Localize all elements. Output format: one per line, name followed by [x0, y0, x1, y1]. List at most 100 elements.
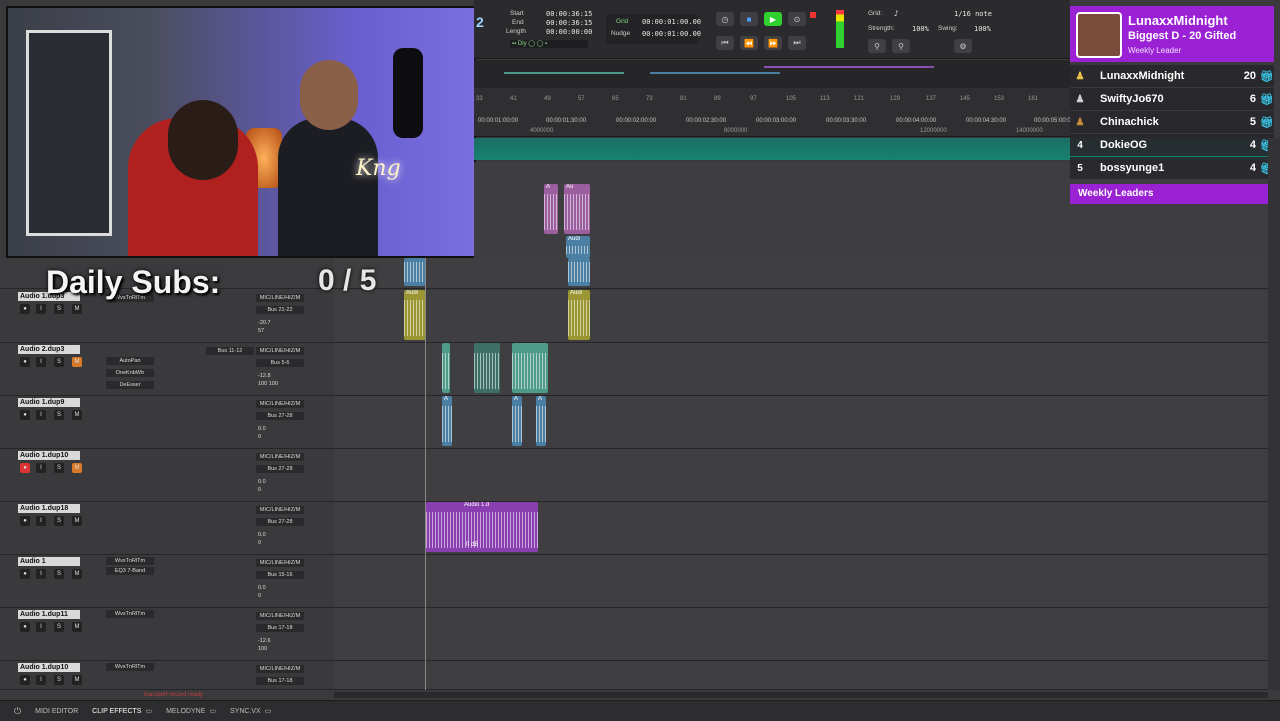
tab-melodyne[interactable]: MELODYNE	[166, 708, 205, 715]
track-input[interactable]: MIC/LINE/HIZ/M	[256, 294, 304, 302]
session-overview[interactable]	[474, 60, 1070, 88]
track-name[interactable]: Audio 2.dup3	[18, 345, 80, 354]
zoom-in-icon[interactable]: ⚲	[868, 39, 886, 53]
solo-button[interactable]: S	[54, 410, 64, 420]
track-lane[interactable]	[334, 661, 1268, 689]
track-input[interactable]: MIC/LINE/HIZ/M	[256, 665, 304, 673]
record-arm-button[interactable]: ●	[20, 569, 30, 579]
audio-clip[interactable]: A	[442, 396, 452, 446]
track-input[interactable]: MIC/LINE/HIZ/M	[256, 506, 304, 514]
nudge-value[interactable]: 00:00:01:00.00	[642, 30, 701, 38]
start-value[interactable]: 00:00:36:15	[546, 10, 592, 18]
power-icon[interactable]: ⏻	[14, 706, 21, 717]
record-arm-button[interactable]: ●	[20, 675, 30, 685]
settings-icon[interactable]: ⚙	[954, 39, 972, 53]
input-monitor-button[interactable]: I	[36, 622, 46, 632]
audio-clip[interactable]: Audi	[568, 290, 590, 340]
pan-value[interactable]: 57	[258, 328, 264, 335]
pan-value[interactable]: 0	[258, 540, 261, 547]
quant-grid-value[interactable]: 1/16 note	[954, 10, 992, 18]
record-arm-button[interactable]: ●	[20, 410, 30, 420]
pan-value[interactable]: 0	[258, 487, 261, 494]
track-lane[interactable]: A A A	[334, 396, 1268, 448]
track-input[interactable]: MIC/LINE/HIZ/M	[256, 612, 304, 620]
track-input[interactable]: MIC/LINE/HIZ/M	[256, 400, 304, 408]
input-monitor-button[interactable]: I	[36, 569, 46, 579]
audio-clip[interactable]	[568, 258, 590, 286]
mute-button[interactable]: M	[72, 622, 82, 632]
insert-slot[interactable]: WvsTnRlTm	[106, 610, 154, 618]
mute-button[interactable]: M	[72, 569, 82, 579]
audio-clip[interactable]	[512, 343, 548, 393]
audio-clip[interactable]: Audi	[566, 236, 590, 258]
audio-clip[interactable]	[404, 258, 426, 286]
mute-button[interactable]: M	[72, 675, 82, 685]
track-output[interactable]: Bus 27-28	[256, 518, 304, 526]
input-monitor-button[interactable]: I	[36, 357, 46, 367]
tab-sync-vx[interactable]: SYNC.VX	[230, 708, 261, 715]
track-input[interactable]: MIC/LINE/HIZ/M	[256, 559, 304, 567]
stop-icon[interactable]: ■	[740, 12, 758, 26]
input-monitor-button[interactable]: I	[36, 463, 46, 473]
mute-button[interactable]: M	[72, 357, 82, 367]
solo-button[interactable]: S	[54, 516, 64, 526]
vertical-scrollbar[interactable]	[1268, 138, 1280, 690]
insert-slot[interactable]: WvsTnRlTm	[106, 663, 154, 671]
track-name[interactable]: Audio 1.dup9	[18, 398, 80, 407]
volume-value[interactable]: 0.0	[258, 585, 266, 592]
grid-value[interactable]: 00:00:01:00.00	[642, 18, 701, 26]
record-icon[interactable]: ⊙	[788, 12, 806, 26]
timeline-ruler[interactable]: 33 41 49 57 65 73 81 89 97 105 113 121 1…	[474, 88, 1074, 137]
horizontal-scrollbar[interactable]	[334, 692, 1268, 698]
track-lane[interactable]: Audi Audi	[334, 290, 1268, 342]
solo-button[interactable]: S	[54, 675, 64, 685]
track-output[interactable]: Bus 21-22	[256, 306, 304, 314]
track-name[interactable]: Audio 1.dup18	[18, 504, 80, 513]
window-icon[interactable]: ▭	[209, 707, 216, 715]
volume-value[interactable]: -12.8	[258, 373, 271, 380]
insert-slot[interactable]: OneKnbWtr	[106, 369, 154, 377]
pan-value[interactable]: 100 100	[258, 381, 278, 388]
mute-button[interactable]: M	[72, 516, 82, 526]
mute-button[interactable]: M	[72, 410, 82, 420]
track-lane[interactable]	[334, 258, 1268, 288]
record-arm-icon[interactable]	[810, 12, 816, 18]
insert-slot[interactable]: EQ3 7-Band	[106, 567, 154, 575]
volume-value[interactable]: 0.0	[258, 532, 266, 539]
volume-value[interactable]: 0.0	[258, 426, 266, 433]
tab-clip-effects[interactable]: CLIP EFFECTS	[92, 708, 141, 715]
swing-value[interactable]: 100%	[974, 25, 991, 33]
send-slot[interactable]: Bus 11-12	[206, 347, 254, 355]
audio-clip-group[interactable]: Audio 1.d 0 dB	[426, 502, 538, 552]
input-monitor-button[interactable]: I	[36, 675, 46, 685]
input-monitor-button[interactable]: I	[36, 410, 46, 420]
volume-value[interactable]: -12.6	[258, 638, 271, 645]
track-lane[interactable]	[334, 343, 1268, 395]
record-arm-button[interactable]: ●	[20, 304, 30, 314]
track-lane[interactable]	[334, 608, 1268, 660]
track-input[interactable]: MIC/LINE/HIZ/M	[256, 453, 304, 461]
track-name[interactable]: Audio 1.dup11	[18, 610, 80, 619]
tab-midi-editor[interactable]: MIDI EDITOR	[35, 708, 78, 715]
track-input[interactable]: MIC/LINE/HIZ/M	[256, 347, 304, 355]
zoom-out-icon[interactable]: ⚲	[892, 39, 910, 53]
track-name[interactable]: Audio 1.dup10	[18, 451, 80, 460]
audio-clip[interactable]: A	[544, 184, 558, 234]
audio-clip[interactable]	[474, 343, 500, 393]
audio-clip[interactable]: Audi	[404, 290, 426, 340]
insert-slot[interactable]: WvsTnRlTm	[106, 557, 154, 565]
mute-button[interactable]: M	[72, 463, 82, 473]
solo-button[interactable]: S	[54, 622, 64, 632]
audio-clip[interactable]	[442, 343, 450, 393]
pan-value[interactable]: 0	[258, 434, 261, 441]
length-value[interactable]: 00:00:00:00	[546, 28, 592, 36]
track-name[interactable]: Audio 1	[18, 557, 80, 566]
solo-button[interactable]: S	[54, 357, 64, 367]
loop-icon[interactable]: ◷	[716, 12, 734, 26]
solo-button[interactable]: S	[54, 463, 64, 473]
track-name[interactable]: Audio 1.dup10	[18, 663, 80, 672]
audio-clip[interactable]: A	[512, 396, 522, 446]
forward-icon[interactable]: ⏩	[764, 36, 782, 50]
volume-value[interactable]: -20.7	[258, 320, 271, 327]
input-monitor-button[interactable]: I	[36, 516, 46, 526]
